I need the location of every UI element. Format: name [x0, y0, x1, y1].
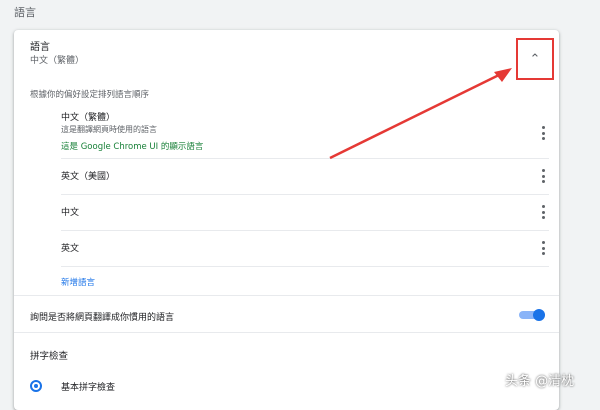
language-name: 中文: [61, 208, 80, 218]
language-row-4: 英文: [61, 230, 549, 267]
more-options-icon[interactable]: [537, 241, 549, 255]
divider: [14, 295, 559, 296]
language-name: 英文（美國）: [61, 172, 116, 182]
collapse-button[interactable]: ⌃: [516, 38, 554, 80]
languages-header-value: 中文（繁體）: [30, 56, 85, 66]
more-options-icon[interactable]: [537, 126, 549, 140]
translate-offer-label: 詢問是否將網頁翻譯成你慣用的語言: [30, 313, 175, 323]
spell-check-title: 拼字檢查: [30, 351, 69, 362]
basic-spellcheck-label: 基本拼字檢查: [61, 383, 116, 393]
languages-header-label: 語言: [30, 42, 50, 53]
language-row-1: 中文（繁體） 這是翻譯網頁時使用的語言 這是 Google Chrome UI …: [61, 108, 549, 159]
watermark: 头条 @清枕: [505, 374, 575, 389]
language-ui-note: 這是 Google Chrome UI 的顯示語言: [61, 142, 204, 152]
section-title: 語言: [14, 6, 36, 19]
add-language-link[interactable]: 新增語言: [61, 276, 95, 288]
language-name: 英文: [61, 244, 80, 254]
divider: [14, 332, 559, 333]
order-label: 根據你的偏好設定排列語言順序: [30, 90, 150, 100]
language-subtext: 這是翻譯網頁時使用的語言: [61, 125, 157, 134]
chevron-up-icon: ⌃: [529, 51, 541, 67]
languages-card: 語言 中文（繁體） ⌃ 根據你的偏好設定排列語言順序 中文（繁體） 這是翻譯網頁…: [14, 30, 559, 410]
language-row-3: 中文: [61, 194, 549, 231]
more-options-icon[interactable]: [537, 205, 549, 219]
language-row-2: 英文（美國）: [61, 158, 549, 195]
language-name: 中文（繁體）: [61, 113, 116, 123]
basic-spellcheck-radio[interactable]: [30, 380, 42, 392]
translate-offer-toggle[interactable]: [519, 309, 545, 321]
more-options-icon[interactable]: [537, 169, 549, 183]
